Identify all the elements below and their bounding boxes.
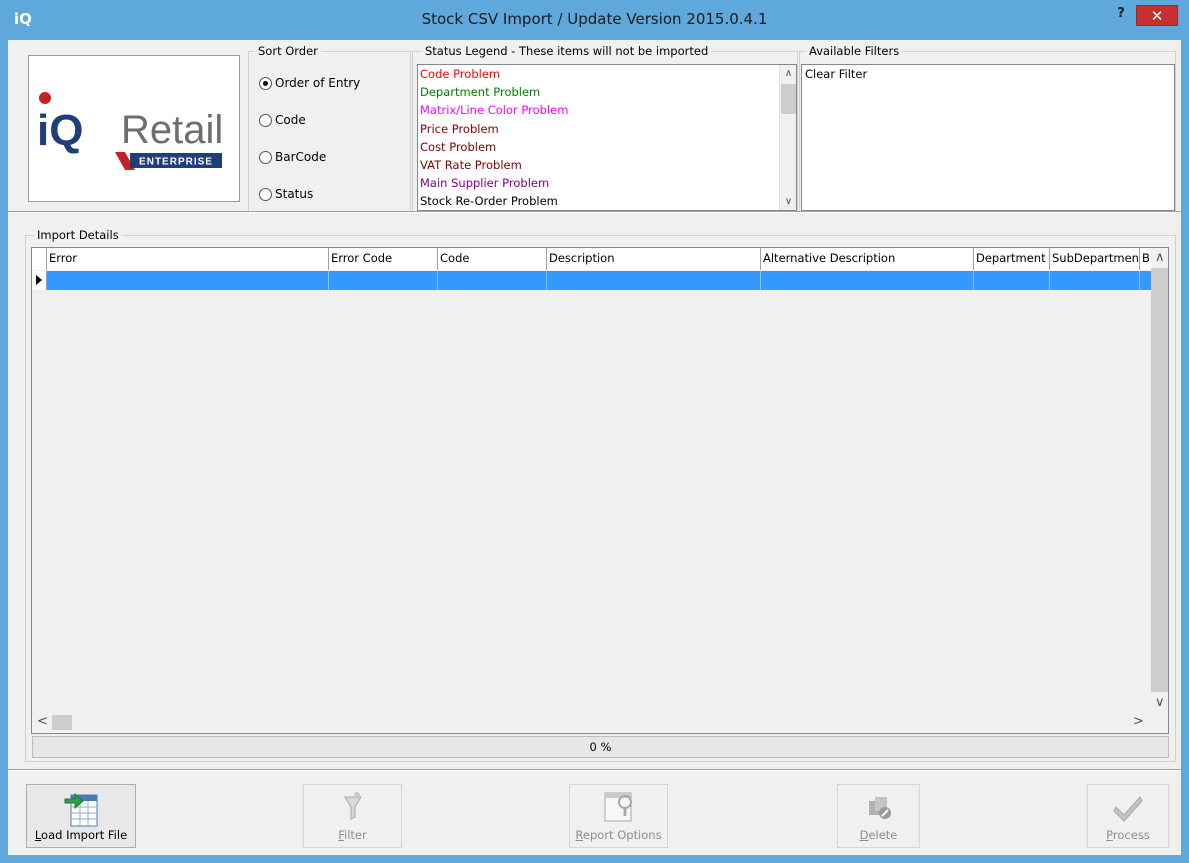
process-label: Process bbox=[1106, 828, 1150, 842]
close-button[interactable]: ✕ bbox=[1136, 5, 1178, 26]
import-details-grid[interactable]: Error Error Code Code Description Altern… bbox=[31, 247, 1169, 734]
report-magnifier-icon bbox=[604, 792, 632, 822]
logo-graphic: iQ Retail ENTERPRISE bbox=[37, 92, 223, 170]
delete-label: Delete bbox=[859, 828, 898, 842]
grid-horizontal-scrollbar[interactable]: < > bbox=[32, 713, 1153, 733]
legend-scroll-thumb[interactable] bbox=[781, 84, 796, 114]
available-filters-group: Available Filters Clear Filter bbox=[799, 44, 1176, 212]
legend-item[interactable]: Department Problem bbox=[418, 83, 796, 101]
top-separator bbox=[8, 211, 1181, 213]
load-import-file-button[interactable]: Load Import File bbox=[26, 784, 136, 848]
table-cell[interactable] bbox=[1050, 271, 1140, 290]
delete-button[interactable]: Delete bbox=[837, 784, 920, 848]
bottom-separator bbox=[8, 769, 1181, 771]
app-window: iQ Stock CSV Import / Update Version 201… bbox=[0, 0, 1189, 863]
report-options-button[interactable]: Report Options bbox=[569, 784, 668, 848]
column-header-alternative-description[interactable]: Alternative Description bbox=[761, 248, 974, 270]
available-filters-list[interactable]: Clear Filter bbox=[801, 64, 1175, 211]
grid-vscroll-thumb[interactable] bbox=[1151, 268, 1168, 692]
available-filters-label: Available Filters bbox=[806, 44, 903, 58]
window-title: Stock CSV Import / Update Version 2015.0… bbox=[421, 10, 768, 28]
grid-hscroll-thumb[interactable] bbox=[52, 715, 72, 730]
legend-item[interactable]: Price Problem bbox=[418, 120, 796, 138]
legend-item[interactable]: Cost Problem bbox=[418, 138, 796, 156]
radio-checked-icon bbox=[259, 76, 272, 90]
scroll-up-icon[interactable]: ∧ bbox=[1155, 250, 1165, 265]
radio-label: Order of Entry bbox=[275, 76, 361, 90]
column-header-error[interactable]: Error bbox=[47, 248, 329, 270]
table-cell[interactable] bbox=[761, 271, 974, 290]
legend-item[interactable]: Code Problem bbox=[418, 65, 796, 83]
sort-order-label: Sort Order bbox=[255, 44, 321, 58]
table-cell[interactable] bbox=[974, 271, 1050, 290]
legend-item[interactable]: Matrix/Line Color Problem bbox=[418, 101, 796, 119]
sort-order-group: Sort Order Order of Entry Code BarCode S… bbox=[248, 44, 411, 212]
table-cell[interactable] bbox=[47, 271, 329, 290]
column-header-error-code[interactable]: Error Code bbox=[329, 248, 438, 270]
legend-scrollbar[interactable]: ∧ ∨ bbox=[779, 65, 796, 210]
sort-status-radio[interactable]: Status bbox=[259, 186, 313, 202]
load-import-file-label: Load Import File bbox=[34, 828, 128, 842]
sort-code-radio[interactable]: Code bbox=[259, 112, 306, 128]
radio-icon bbox=[259, 113, 272, 127]
grid-header: Error Error Code Code Description Altern… bbox=[32, 248, 1153, 270]
iq-retail-logo: iQ Retail ENTERPRISE bbox=[28, 55, 240, 202]
svg-text:iQ: iQ bbox=[37, 106, 83, 155]
legend-item[interactable]: Main Supplier Problem bbox=[418, 174, 796, 192]
client-area: iQ Retail ENTERPRISE Sort Order Order of… bbox=[8, 40, 1181, 855]
table-cell[interactable] bbox=[438, 271, 547, 290]
progress-bar: 0 % bbox=[32, 736, 1169, 758]
legend-item[interactable]: VAT Rate Problem bbox=[418, 156, 796, 174]
spreadsheet-import-icon bbox=[64, 792, 98, 827]
column-header-department[interactable]: Department bbox=[974, 248, 1050, 270]
filter-funnel-icon bbox=[343, 792, 362, 820]
table-cell[interactable] bbox=[547, 271, 761, 290]
radio-label: Status bbox=[275, 187, 314, 201]
column-header-subdepartment[interactable]: SubDepartment bbox=[1050, 248, 1140, 270]
scroll-down-icon[interactable]: ∨ bbox=[780, 193, 796, 210]
checkmark-icon bbox=[1113, 796, 1143, 822]
legend-item[interactable]: Stock Re-Order Problem bbox=[418, 192, 796, 210]
title-bar: iQ Stock CSV Import / Update Version 201… bbox=[0, 0, 1189, 40]
grid-vertical-scrollbar[interactable]: ∧ ∨ bbox=[1151, 248, 1168, 713]
status-legend-list[interactable]: Code Problem Department Problem Matrix/Lin… bbox=[417, 64, 797, 211]
sort-barcode-radio[interactable]: BarCode bbox=[259, 149, 326, 165]
radio-label: BarCode bbox=[275, 150, 327, 164]
process-button[interactable]: Process bbox=[1087, 784, 1169, 848]
filter-label: Filter bbox=[338, 828, 367, 842]
table-cell[interactable] bbox=[329, 271, 438, 290]
filter-button[interactable]: Filter bbox=[303, 784, 402, 848]
row-pointer-icon bbox=[32, 271, 47, 290]
radio-icon bbox=[259, 150, 272, 164]
scroll-right-icon[interactable]: > bbox=[1133, 714, 1144, 729]
svg-text:ENTERPRISE: ENTERPRISE bbox=[139, 157, 213, 168]
sort-order-entry-radio[interactable]: Order of Entry bbox=[259, 75, 360, 91]
scroll-up-icon[interactable]: ∧ bbox=[780, 65, 796, 82]
scroll-down-icon[interactable]: ∨ bbox=[1155, 695, 1165, 710]
report-options-label: Report Options bbox=[575, 828, 662, 842]
delete-icon bbox=[868, 797, 891, 819]
row-indicator-header bbox=[32, 248, 47, 270]
table-row[interactable] bbox=[32, 271, 1153, 290]
svg-text:Retail: Retail bbox=[121, 108, 223, 152]
help-button[interactable]: ? bbox=[1108, 5, 1134, 25]
status-legend-label: Status Legend - These items will not be … bbox=[422, 44, 712, 58]
radio-icon bbox=[259, 187, 272, 201]
column-header-description[interactable]: Description bbox=[547, 248, 761, 270]
status-legend-group: Status Legend - These items will not be … bbox=[412, 44, 798, 212]
filter-item-clear[interactable]: Clear Filter bbox=[802, 65, 1174, 83]
radio-label: Code bbox=[275, 113, 306, 127]
column-header-code[interactable]: Code bbox=[438, 248, 547, 270]
import-details-label: Import Details bbox=[34, 228, 122, 242]
scroll-left-icon[interactable]: < bbox=[37, 714, 48, 729]
